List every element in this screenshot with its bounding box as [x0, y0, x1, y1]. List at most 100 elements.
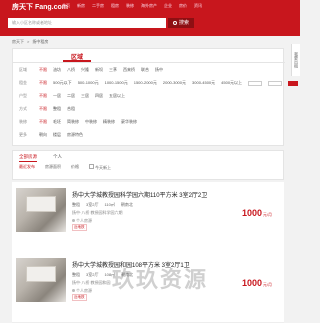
filter-option[interactable]: 合租	[67, 106, 75, 112]
filter-option[interactable]: 1500-2000元	[134, 80, 157, 86]
sort-latest[interactable]: 最近发布	[19, 164, 35, 171]
filter-option[interactable]: 1000-1500元	[105, 80, 128, 86]
filter-option[interactable]: 豪华装修	[121, 119, 137, 125]
filter-option[interactable]: 简装修	[67, 119, 79, 125]
filter-label: 方式	[19, 106, 27, 111]
breadcrumb-item[interactable]: 房天下	[12, 39, 24, 45]
sort-price[interactable]: 价格	[71, 164, 79, 171]
filter-option[interactable]: 兴隆	[81, 67, 89, 73]
filter-option[interactable]: 油坊	[53, 67, 61, 73]
filter-option[interactable]: 不限	[39, 119, 47, 125]
filter-option[interactable]: 房源特色	[67, 132, 83, 138]
filter-row-more: 更多 朝向 楼层 房源特色	[19, 132, 83, 138]
nav-item[interactable]: 二手房	[92, 3, 104, 9]
nav-item[interactable]: 新房	[77, 3, 85, 9]
site-logo[interactable]: 房天下 Fang.com	[12, 2, 68, 12]
filter-option[interactable]: 不限	[39, 80, 47, 86]
filter-option[interactable]: 八桥	[67, 67, 75, 73]
nav-item[interactable]: 资讯	[194, 3, 202, 9]
side-rent-tab[interactable]: 我要出租	[291, 44, 300, 76]
listing-tabs: 全部房源 个人	[19, 154, 62, 162]
filter-label: 租金	[19, 80, 27, 85]
search-button[interactable]: 搜索	[168, 18, 194, 28]
listing-photo[interactable]	[16, 188, 66, 232]
listing-layout: 3室2厅	[86, 202, 99, 207]
nav-item[interactable]: 首页	[62, 3, 70, 9]
filter-option[interactable]: 三茅	[109, 67, 117, 73]
nav-item[interactable]: 房价	[179, 3, 187, 9]
filter-label: 装修	[19, 119, 27, 124]
filter-option[interactable]: 不限	[39, 93, 47, 99]
filter-option[interactable]: 不限	[39, 67, 47, 73]
search-button-label: 搜索	[178, 20, 189, 26]
nav-item[interactable]: 海外房产	[141, 3, 157, 9]
filter-tab-bar: 区域	[13, 49, 285, 63]
filter-option[interactable]: 四居	[95, 93, 103, 99]
filter-option[interactable]: 不限	[39, 106, 47, 112]
price-max-input[interactable]	[268, 80, 283, 86]
listing-orientation: 朝南北	[120, 202, 133, 207]
filter-row-mode: 方式 不限 整租 合租	[19, 106, 75, 112]
sort-area[interactable]: 房源面积	[45, 164, 61, 171]
listing-type: 整租	[72, 272, 80, 277]
listing-price-unit: 元/月	[262, 282, 272, 287]
checkbox-icon	[89, 164, 94, 169]
watermark: 玖玖资源	[112, 267, 209, 292]
filter-option[interactable]: 一居	[53, 93, 61, 99]
filter-label: 更多	[19, 132, 27, 137]
filter-option[interactable]: 3000-4500元	[192, 80, 215, 86]
listing-photo[interactable]	[16, 258, 66, 302]
search-input[interactable]: 输入小区名称或者地址	[8, 18, 166, 28]
breadcrumb: 房天下 > 扬中租房	[12, 39, 49, 45]
price-min-input[interactable]	[248, 80, 263, 86]
filter-option[interactable]: 扬中	[155, 67, 163, 73]
listing-price: 1000	[241, 208, 262, 218]
filter-option[interactable]: 4500元以上	[221, 80, 242, 86]
tab-all-listings[interactable]: 全部房源	[19, 154, 37, 162]
filter-option[interactable]: 朝向	[39, 132, 47, 138]
tab-underline	[63, 60, 91, 62]
person-icon	[72, 219, 75, 222]
listing-layout: 3室2厅	[86, 272, 99, 277]
search-icon	[172, 20, 177, 25]
filter-new-today[interactable]: 今天新上	[89, 164, 111, 171]
filter-option[interactable]: 500元以下	[53, 80, 72, 86]
filter-option[interactable]: 毛坯	[53, 119, 61, 125]
filter-label: 区域	[19, 67, 27, 72]
tab-personal[interactable]: 个人	[53, 154, 62, 162]
breadcrumb-item[interactable]: 扬中租房	[32, 39, 48, 45]
top-nav: 首页 新房 二手房 租房 装修 海外房产 企业 房价 资讯	[62, 3, 202, 9]
listing-tags: 近地铁	[72, 224, 87, 231]
price-confirm-button[interactable]	[288, 80, 299, 86]
filter-option[interactable]: 2000-3000元	[163, 80, 186, 86]
filter-option[interactable]: 联合	[141, 67, 149, 73]
filter-row-region: 区域 不限 油坊 八桥 兴隆 新坝 三茅 西来桥 联合 扬中	[19, 67, 163, 73]
filter-row-decoration: 装修 不限 毛坯 简装修 中装修 精装修 豪华装修	[19, 119, 137, 125]
sort-bar: 全部房源 个人 最近发布 房源面积 价格 今天新上	[12, 150, 284, 180]
listing-price-unit: 元/月	[262, 212, 272, 217]
top-nav-bar: 房天下 Fang.com 首页 新房 二手房 租房 装修 海外房产 企业 房价 …	[0, 0, 300, 12]
filter-option[interactable]: 二居	[67, 93, 75, 99]
filter-option[interactable]: 500-1000元	[78, 80, 99, 86]
filter-option[interactable]: 楼层	[53, 132, 61, 138]
listing-tag: 近地铁	[72, 224, 87, 231]
listing-price: 1000	[241, 278, 262, 288]
listing-type: 整租	[72, 202, 80, 207]
nav-item[interactable]: 企业	[164, 3, 172, 9]
filter-option[interactable]: 精装修	[103, 119, 115, 125]
filter-option[interactable]: 五居以上	[109, 93, 125, 99]
listing-address[interactable]: 扬中·八桥 教授园科学园六期	[72, 210, 122, 216]
filter-option[interactable]: 西来桥	[123, 67, 135, 73]
person-icon	[72, 289, 75, 292]
listing-meta: 整租 3室2厅 110㎡ 朝南北	[72, 202, 133, 208]
nav-item[interactable]: 装修	[126, 3, 134, 9]
listing-card[interactable]: 扬中大学城教授园科学园六期110平方米 3室2厅2卫 整租 3室2厅 110㎡ …	[12, 182, 284, 253]
filter-option[interactable]: 新坝	[95, 67, 103, 73]
filter-option[interactable]: 整租	[53, 106, 61, 112]
nav-item[interactable]: 租房	[111, 3, 119, 9]
sort-options: 最近发布 房源面积 价格 今天新上	[19, 164, 111, 171]
listing-address[interactable]: 扬中·八桥 教授园和园	[72, 280, 110, 286]
filter-option[interactable]: 三居	[81, 93, 89, 99]
listing-title[interactable]: 扬中大学城教授园科学园六期110平方米 3室2厅2卫	[72, 190, 207, 199]
filter-option[interactable]: 中装修	[85, 119, 97, 125]
